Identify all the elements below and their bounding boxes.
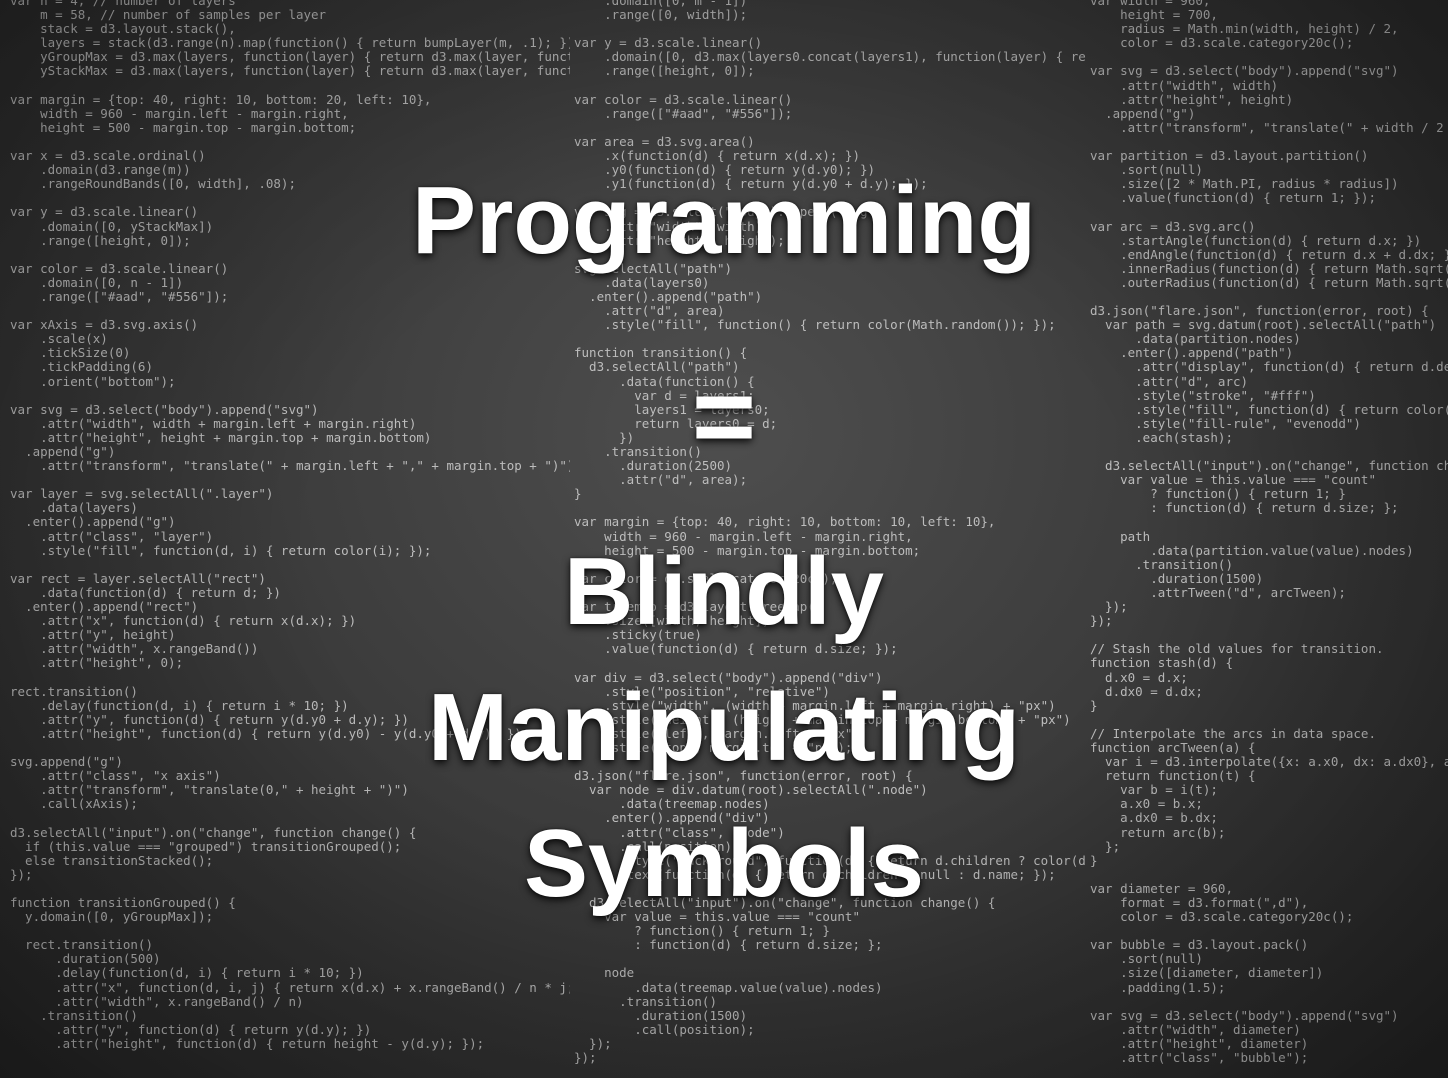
slide-title-symbols: Symbols [523, 810, 925, 917]
slide-title-blindly: Blindly [563, 538, 884, 645]
slide-title-programming: Programming [411, 167, 1037, 274]
slide-title-manipulating: Manipulating [428, 674, 1020, 781]
slide-equals-sign: = [691, 355, 757, 478]
